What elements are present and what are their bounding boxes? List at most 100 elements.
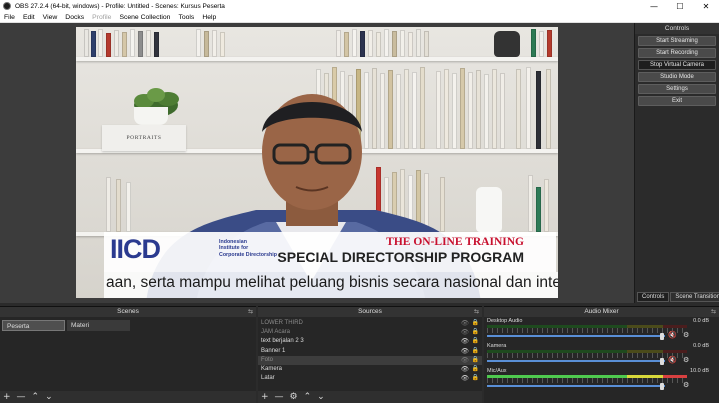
volume-fader[interactable] — [487, 360, 665, 362]
source-item-banner-1[interactable]: Banner 1 👁 🔒 — [258, 347, 482, 356]
visibility-eye-icon[interactable]: 👁 — [461, 356, 469, 365]
fader-handle[interactable] — [660, 332, 664, 340]
program-title: SPECIAL DIRECTORSHIP PROGRAM — [277, 249, 524, 265]
exit-button[interactable]: Exit — [638, 96, 716, 106]
book — [547, 30, 552, 57]
scenes-title: Scenes — [117, 308, 139, 315]
mixer-channel-mic-aux: Mic/Aux 10.0 dB ⚙ — [484, 367, 719, 392]
tab-scene-transitions[interactable]: Scene Transitions — [670, 292, 719, 302]
source-item-foto[interactable]: Foto 👁 🔒 — [258, 355, 482, 365]
source-label: LOWER THIRD — [261, 320, 303, 326]
menu-bar: File Edit View Docks Profile Scene Colle… — [0, 12, 719, 23]
settings-button[interactable]: Settings — [638, 84, 716, 94]
add-scene-icon[interactable]: + — [3, 391, 11, 403]
shelf — [76, 57, 558, 61]
channel-name: Kamera — [487, 343, 507, 349]
source-item-jam-acara[interactable]: JAM Acara 👁 🔒 — [258, 328, 482, 337]
maximize-button[interactable]: ☐ — [667, 0, 693, 12]
visibility-eye-icon[interactable]: 👁 — [461, 374, 469, 383]
studio-mode-button[interactable]: Studio Mode — [638, 72, 716, 82]
book — [416, 29, 421, 57]
lock-icon[interactable]: 🔒 — [472, 328, 479, 337]
book — [106, 33, 111, 57]
visibility-eye-icon[interactable]: 👁 — [461, 319, 469, 328]
scenes-panel: Scenes ⇆ Peserta Materi + — ⌃ ⌄ — [0, 306, 256, 403]
fader-handle[interactable] — [660, 382, 664, 390]
menu-profile[interactable]: Profile — [88, 14, 115, 21]
book — [539, 31, 544, 57]
source-item-kamera[interactable]: Kamera 👁 🔒 — [258, 365, 482, 374]
lock-icon[interactable]: 🔒 — [472, 319, 479, 328]
source-item-lower-third[interactable]: LOWER THIRD 👁 🔒 — [258, 319, 482, 328]
meter-scale — [487, 353, 687, 358]
iicd-logo: IICD — [110, 234, 161, 264]
lock-icon[interactable]: 🔒 — [472, 374, 479, 383]
move-scene-down-icon[interactable]: ⌄ — [45, 391, 53, 403]
book — [130, 29, 135, 57]
scene-item-materi[interactable]: Materi — [67, 320, 130, 331]
visibility-eye-icon[interactable]: 👁 — [461, 365, 469, 374]
start-recording-button[interactable]: Start Recording — [638, 48, 716, 58]
window-title: OBS 27.2.4 (64-bit, windows) - Profile: … — [15, 2, 225, 10]
minimize-button[interactable]: — — [641, 0, 667, 12]
source-item-text-berjalan[interactable]: text berjalan 2 3 👁 🔒 — [258, 337, 482, 346]
visibility-eye-icon[interactable]: 👁 — [461, 337, 469, 346]
fader-handle[interactable] — [660, 357, 664, 365]
menu-docks[interactable]: Docks — [61, 14, 88, 21]
channel-gear-icon[interactable]: ⚙ — [683, 356, 689, 364]
book — [424, 31, 429, 57]
obs-window: OBS 27.2.4 (64-bit, windows) - Profile: … — [0, 0, 719, 403]
scene-item-peserta[interactable]: Peserta — [2, 320, 65, 331]
book — [84, 29, 89, 57]
volume-fader[interactable] — [487, 385, 665, 387]
book — [126, 182, 131, 232]
program-preview[interactable]: PORTRAITS IICD Indonesian Institute for … — [76, 27, 558, 298]
source-properties-gear-icon[interactable]: ⚙ — [290, 391, 298, 403]
channel-gear-icon[interactable]: ⚙ — [683, 331, 689, 339]
mute-speaker-icon[interactable]: 🔇 — [668, 331, 677, 339]
lock-icon[interactable]: 🔒 — [472, 347, 479, 356]
book — [154, 32, 159, 57]
book — [536, 71, 541, 149]
source-item-latar[interactable]: Latar 👁 🔒 — [258, 374, 482, 383]
source-label: JAM Acara — [261, 329, 291, 336]
remove-scene-icon[interactable]: — — [17, 391, 26, 403]
menu-edit[interactable]: Edit — [19, 14, 39, 21]
book — [526, 67, 531, 149]
undock-icon[interactable]: ⇆ — [474, 307, 479, 317]
remove-source-icon[interactable]: — — [275, 391, 284, 403]
book — [98, 29, 103, 57]
menu-view[interactable]: View — [39, 14, 62, 21]
add-source-icon[interactable]: + — [261, 391, 269, 403]
menu-help[interactable]: Help — [198, 14, 220, 21]
volume-fader[interactable] — [487, 335, 665, 337]
undock-icon[interactable]: ⇆ — [711, 307, 716, 317]
mute-speaker-icon[interactable]: 🔇 — [668, 356, 677, 364]
menu-file[interactable]: File — [0, 14, 19, 21]
move-scene-up-icon[interactable]: ⌃ — [32, 391, 40, 403]
book — [376, 32, 381, 57]
iicd-logo-subtitle: Indonesian Institute for Corporate Direc… — [219, 239, 277, 258]
lock-icon[interactable]: 🔒 — [472, 337, 479, 346]
source-label: Kamera — [261, 365, 283, 372]
channel-gear-icon[interactable]: ⚙ — [683, 381, 689, 389]
undock-icon[interactable]: ⇆ — [248, 307, 253, 317]
tab-controls[interactable]: Controls — [637, 292, 670, 302]
stop-virtual-camera-button[interactable]: Stop Virtual Camera — [638, 60, 716, 70]
lock-icon[interactable]: 🔒 — [472, 365, 479, 374]
visibility-eye-icon[interactable]: 👁 — [461, 328, 469, 337]
menu-scene-collection[interactable]: Scene Collection — [115, 14, 174, 21]
move-source-up-icon[interactable]: ⌃ — [304, 391, 312, 403]
book — [408, 32, 413, 57]
channel-db: 0.0 dB — [693, 343, 709, 349]
mixer-channel-kamera: Kamera 0.0 dB 🔇 ⚙ — [484, 342, 719, 367]
obs-logo-icon — [3, 2, 11, 10]
visibility-eye-icon[interactable]: 👁 — [461, 347, 469, 356]
move-source-down-icon[interactable]: ⌄ — [317, 391, 325, 403]
channel-name: Desktop Audio — [487, 318, 523, 324]
meter-scale — [487, 378, 687, 383]
menu-tools[interactable]: Tools — [174, 14, 198, 21]
start-streaming-button[interactable]: Start Streaming — [638, 36, 716, 46]
lock-icon[interactable]: 🔒 — [472, 356, 479, 365]
close-button[interactable]: ✕ — [693, 0, 719, 12]
